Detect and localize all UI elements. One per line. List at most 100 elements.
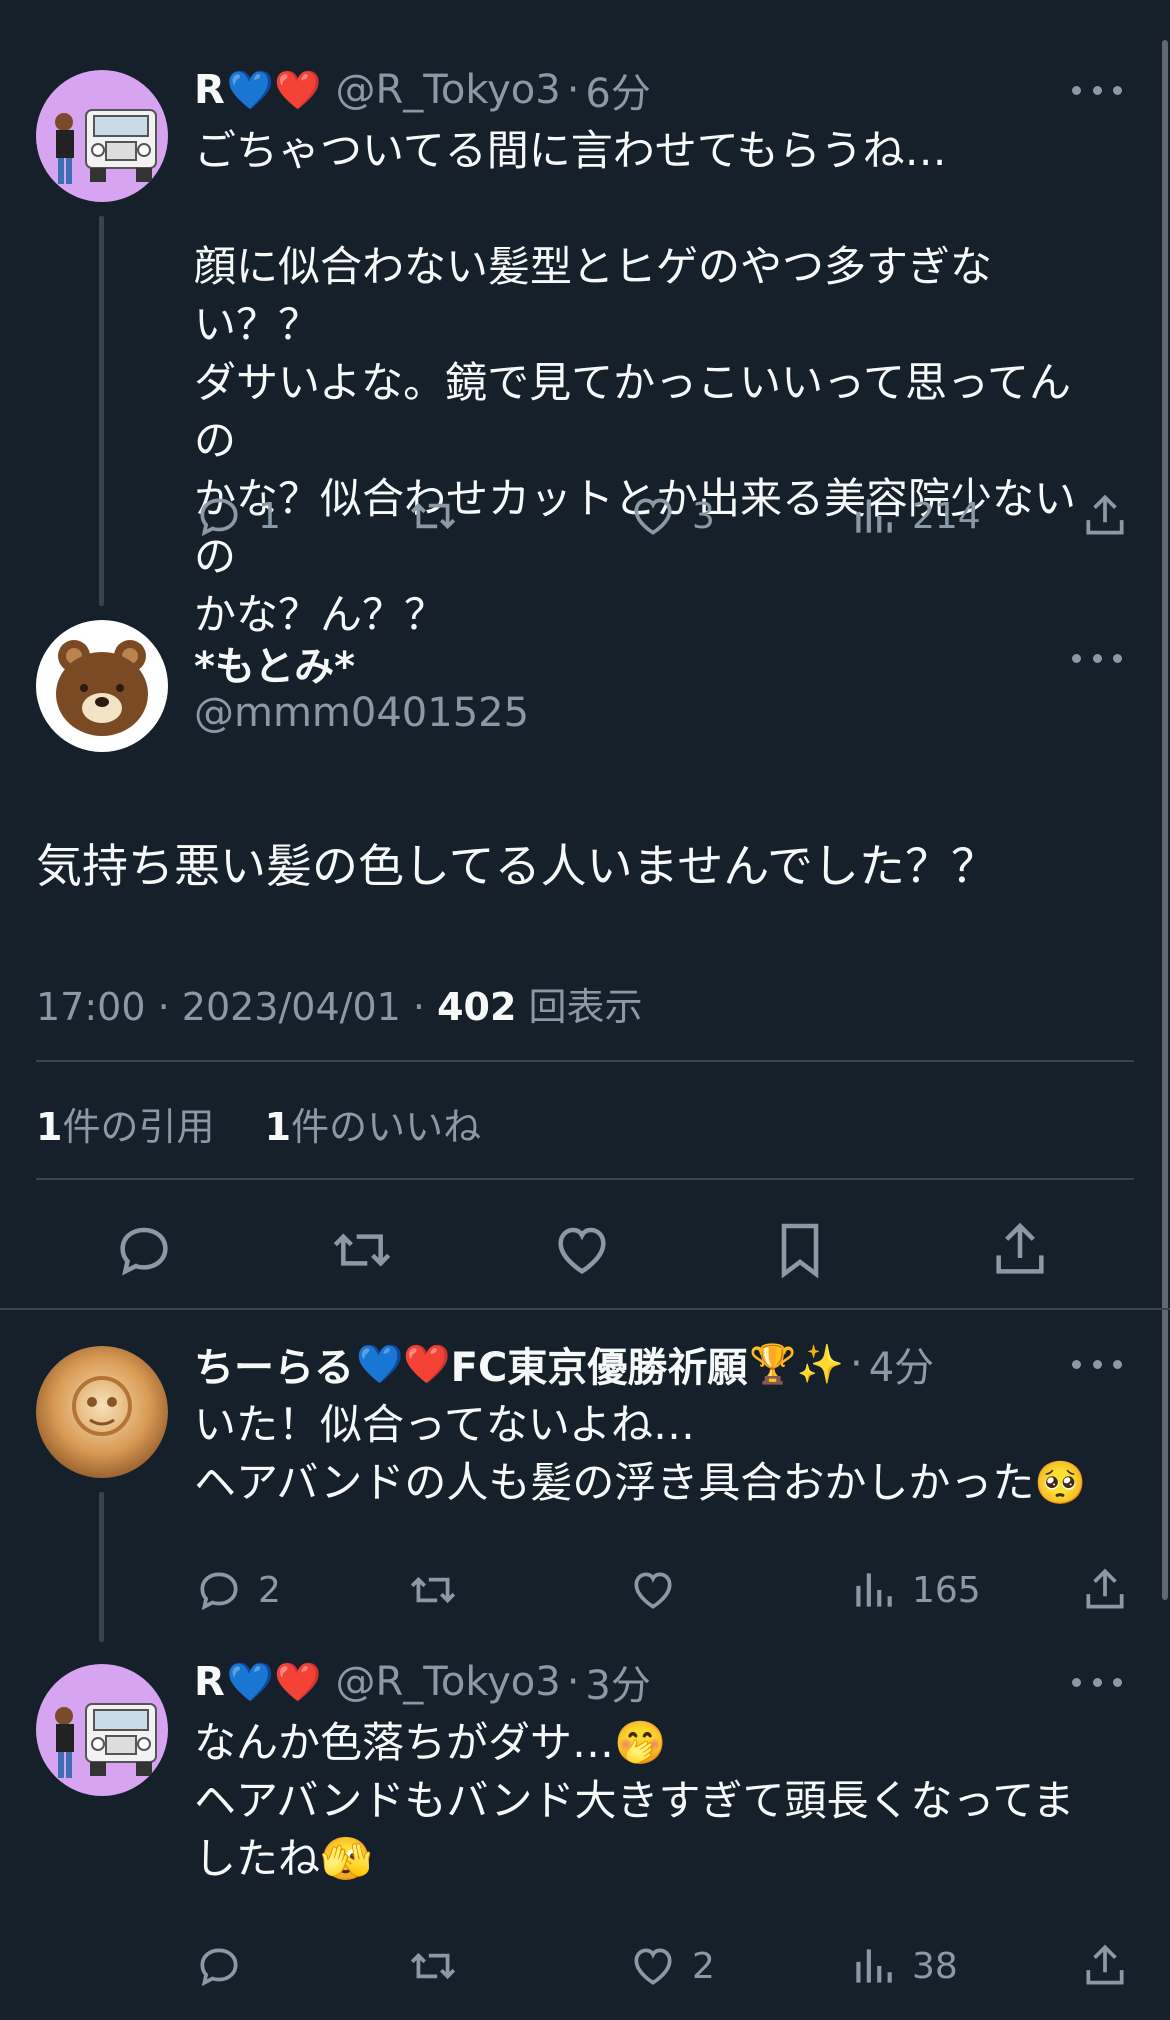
post-actions: 1 3 214 (194, 486, 1130, 546)
share-icon (1086, 1568, 1124, 1609)
display-name[interactable]: R (194, 67, 225, 113)
avatar[interactable] (36, 620, 168, 752)
like-button[interactable] (550, 1218, 620, 1288)
separator-dot: · (566, 67, 580, 113)
post-time[interactable]: 17:00 (36, 985, 146, 1029)
bookmark-icon (781, 1223, 819, 1279)
retweet-icon (410, 1576, 456, 1604)
share-button[interactable] (1080, 1565, 1130, 1615)
retweet-icon (410, 1952, 456, 1980)
timestamp[interactable]: 6分 (585, 61, 650, 119)
divider (36, 1060, 1134, 1062)
retweet-button[interactable] (408, 491, 458, 541)
share-icon (1086, 494, 1124, 535)
handle[interactable]: @R_Tokyo3 (335, 1659, 560, 1705)
retweet-icon (333, 1233, 391, 1267)
avatar[interactable] (36, 70, 168, 202)
views-icon (856, 1573, 892, 1607)
like-button[interactable] (628, 1565, 692, 1615)
post-meta: 17:00 · 2023/04/01 · 402 回表示 (36, 985, 643, 1029)
quotes-link[interactable]: 1件の引用 (36, 1105, 214, 1149)
engagement-stats: 1件の引用 1件のいいね (36, 1096, 481, 1151)
reply-button[interactable] (194, 1941, 258, 1991)
post-header: R 💙❤️ @R_Tokyo3 · 3分 (194, 1652, 1060, 1712)
more-options-icon[interactable] (1072, 1662, 1122, 1702)
post-date[interactable]: 2023/04/01 (182, 985, 401, 1029)
name-emoji: 💙❤️ (356, 1341, 451, 1386)
display-name[interactable]: ちーらる (194, 1335, 354, 1393)
like-button[interactable]: 3 (628, 491, 715, 541)
views-button[interactable]: 38 (848, 1941, 958, 1991)
share-button[interactable] (1080, 1941, 1130, 1991)
quote-count: 1 (36, 1105, 63, 1149)
more-options-icon[interactable] (1072, 1344, 1122, 1384)
thread-line (99, 216, 104, 606)
separator-dot: · (566, 1659, 580, 1705)
reply-icon (200, 1948, 238, 1987)
main-actions (0, 1218, 1170, 1298)
reply-post[interactable]: R 💙❤️ @R_Tokyo3 · 3分 なんか色落ちがダサ…🤭 ヘアバンドもバ… (0, 1640, 1170, 2020)
name-emoji: 💙❤️ (226, 1659, 322, 1704)
retweet-button[interactable] (408, 1565, 458, 1615)
views-button[interactable]: 165 (848, 1565, 981, 1615)
more-options-icon[interactable] (1072, 70, 1122, 110)
handle[interactable]: @R_Tokyo3 (335, 67, 560, 113)
post-actions: 2 38 (194, 1936, 1130, 1996)
view-label: 回表示 (528, 985, 643, 1029)
reply-post[interactable]: ちーらる 💙❤️ FC東京優勝祈願 🏆✨ · 4分 いた！似合ってないよね… ヘ… (0, 1310, 1170, 1642)
retweet-button[interactable] (330, 1218, 400, 1288)
like-count: 2 (692, 1945, 715, 1987)
reply-button[interactable]: 1 (194, 491, 281, 541)
reply-count: 1 (258, 495, 281, 537)
display-name-suffix[interactable]: FC東京優勝祈願 (451, 1335, 748, 1393)
display-name[interactable]: *もとみ* (194, 634, 355, 692)
views-icon (856, 1949, 892, 1983)
post-text: ごちゃついてる間に言わせてもらうね… 顔に似合わない髪型とヒゲのやつ多すぎない？… (194, 126, 1077, 639)
share-icon (1086, 1944, 1124, 1985)
avatar[interactable] (36, 1664, 168, 1796)
reply-button[interactable] (112, 1218, 182, 1288)
retweet-icon (410, 502, 456, 530)
heart-icon (634, 498, 672, 535)
post-text: 気持ち悪い髪の色してる人いませんでした？？ (36, 839, 997, 893)
retweet-button[interactable] (408, 1941, 458, 1991)
heart-icon (634, 1572, 672, 1609)
more-options-icon[interactable] (1072, 638, 1122, 678)
name-emoji: 💙❤️ (226, 67, 322, 112)
likes-link[interactable]: 1件のいいね (265, 1105, 481, 1149)
reply-icon (200, 498, 238, 537)
share-icon (996, 1222, 1044, 1274)
reply-icon (120, 1227, 168, 1276)
reply-icon (200, 1572, 238, 1611)
post-text: いた！似合ってないよね… ヘアバンドの人も髪の浮き具合おかしかった🥺 (194, 1400, 1087, 1507)
name-emoji-2: 🏆✨ (749, 1341, 844, 1386)
like-total: 1 (264, 1105, 292, 1149)
heart-icon (634, 1948, 672, 1985)
view-count: 214 (912, 495, 981, 537)
separator-dot: · (849, 1341, 863, 1387)
views-icon (856, 499, 892, 533)
views-button[interactable]: 214 (848, 491, 981, 541)
like-button[interactable]: 2 (628, 1941, 715, 1991)
handle[interactable]: @mmm0401525 (194, 690, 529, 736)
reply-count: 2 (258, 1569, 281, 1611)
view-count: 165 (912, 1569, 981, 1611)
bookmark-button[interactable] (768, 1218, 838, 1288)
heart-icon (558, 1227, 606, 1274)
share-button[interactable] (988, 1218, 1058, 1288)
timestamp[interactable]: 4分 (869, 1335, 934, 1393)
avatar[interactable] (36, 1346, 168, 1478)
post-text: なんか色落ちがダサ…🤭 ヘアバンドもバンド大きすぎて頭長くなってま したね🫣 (194, 1718, 1075, 1883)
reply-button[interactable]: 2 (194, 1565, 281, 1615)
share-button[interactable] (1080, 491, 1130, 541)
post-header: ちーらる 💙❤️ FC東京優勝祈願 🏆✨ · 4分 (194, 1334, 1060, 1394)
display-name[interactable]: R (194, 1659, 225, 1705)
like-label: 件のいいね (291, 1105, 482, 1149)
like-count: 3 (692, 495, 715, 537)
view-count: 38 (912, 1945, 958, 1987)
post-header: R 💙❤️ @R_Tokyo3 · 6分 (194, 60, 1060, 120)
divider (36, 1178, 1134, 1180)
quote-label: 件の引用 (62, 1105, 215, 1149)
parent-post[interactable]: R 💙❤️ @R_Tokyo3 · 6分 ごちゃついてる間に言わせてもらうね… … (0, 0, 1170, 639)
timestamp[interactable]: 3分 (585, 1653, 650, 1711)
